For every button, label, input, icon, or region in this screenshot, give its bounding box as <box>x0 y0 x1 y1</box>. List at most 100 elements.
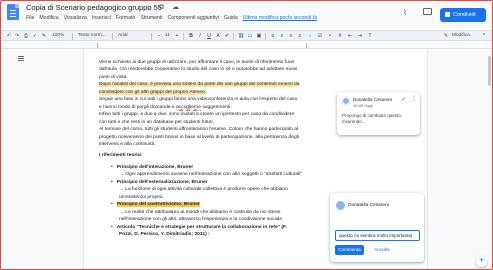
divider <box>233 33 234 40</box>
list-subitem: un'esistenza propria <box>119 194 163 200</box>
last-edit-link[interactable]: Ultima modifica pochi secondi fa <box>243 15 317 21</box>
style-select[interactable]: Testo norm... <box>78 32 106 40</box>
list-subitem: → La realtà che attribuiamo ai mondi che… <box>119 209 281 215</box>
document-body[interactable]: Viene richiesto ai due gruppi di utilizz… <box>99 59 323 238</box>
cancel-comment-button[interactable]: Annulla <box>369 245 395 255</box>
comment-card[interactable]: Donatella Cesareni 10:28 Oggi ✓ ⋮ Propon… <box>337 92 420 135</box>
mode-select[interactable]: Modifica <box>452 32 470 40</box>
list-item: Principio dell'interazione, Bruner <box>99 164 323 171</box>
list-subitem: Pozzi, D. Persico, Y. Dimitriadis; 2011)… <box>119 231 210 237</box>
align-right-icon[interactable]: ≡ <box>288 33 294 39</box>
misspelled-word[interactable]: accoglierne <box>176 105 201 110</box>
text-line: Viene richiesto ai due gruppi di utilizz… <box>99 60 295 65</box>
print-icon[interactable]: ⎙ <box>23 33 29 39</box>
section-heading: I riferimenti teorici <box>99 153 142 159</box>
text-line: dall'aula. Ciò renderebbe cooperativo lo… <box>99 67 298 73</box>
text-line: Al termine del corso, tutti gli studenti… <box>99 127 299 133</box>
outline-icon[interactable] <box>18 56 24 61</box>
commented-text[interactable]: Dopo i'analisi dei caso, è prevista una … <box>99 82 300 88</box>
underline-button[interactable]: U <box>206 33 212 39</box>
highlight-icon[interactable]: ✐ <box>224 33 230 39</box>
zoom-select[interactable]: 100% <box>52 32 64 40</box>
spellcheck-icon[interactable]: ✓ <box>32 33 38 39</box>
add-comment-icon[interactable]: ▭ <box>247 33 253 39</box>
commented-text[interactable]: Principio del costruttivismo, Bruner <box>116 202 200 208</box>
indent-increase-icon[interactable]: ⇥ <box>357 33 363 39</box>
align-center-icon[interactable]: ≡ <box>279 33 285 39</box>
text-color-button[interactable]: A <box>215 33 221 39</box>
text-line: Infine tutti i gruppi, a due a due, sono… <box>99 112 295 118</box>
toolbar: ↶ ↷ ⎙ ✓ ✎ 100% Testo norm... Arial − 11 … <box>0 30 493 41</box>
ruler-track[interactable] <box>97 43 307 48</box>
submit-comment-button[interactable]: Commenta <box>335 245 364 255</box>
bullet-list-icon[interactable]: • <box>327 33 333 39</box>
font-size-decrease-icon[interactable]: − <box>156 33 162 39</box>
list-subitem: → Ogni apprendimento avviene nell'intera… <box>119 172 303 178</box>
commented-text[interactable]: condividere con gli altri gruppi del pro… <box>99 89 207 95</box>
docs-logo-icon[interactable] <box>7 4 19 20</box>
comment-author: Donatella Cesareni <box>353 97 393 102</box>
new-comment-card[interactable]: Donatella Cesareni questo mi sembra molt… <box>330 193 424 262</box>
title-bar: Copia di Scenario pedagogico gruppo 55 ☆… <box>0 0 493 28</box>
indent-decrease-icon[interactable]: ⇤ <box>347 33 353 39</box>
align-left-icon[interactable]: ≡ <box>270 33 276 39</box>
paint-format-icon[interactable]: ✎ <box>41 33 47 39</box>
divider <box>151 33 152 40</box>
menu-modifica[interactable]: Modifica <box>39 15 58 21</box>
activity-trend-icon[interactable]: ⌇ <box>403 8 407 17</box>
collapse-menu-icon[interactable]: ^ <box>481 33 487 39</box>
text-line: interventi e alla continuità. <box>99 141 156 147</box>
text-line: progetto riceveranno dei punti bonus in … <box>99 134 299 140</box>
document-title[interactable]: Copia di Scenario pedagogico gruppo 55 <box>26 3 162 12</box>
list-subitem: nell'interazione con gli altri, attraver… <box>119 217 283 223</box>
menu-visualizza[interactable]: Visualizza <box>64 15 87 21</box>
text-line: e hanno modo di porgli domande e accogli… <box>99 104 323 111</box>
list-subitem: → La funzione di ogni attività culturale… <box>119 187 288 193</box>
clear-format-icon[interactable]: T <box>367 33 373 39</box>
text-line: punti di vista. <box>99 74 128 80</box>
image-icon[interactable]: ▣ <box>256 33 262 39</box>
text-line: con tutti e che resti in un database per… <box>99 119 214 125</box>
line-spacing-icon[interactable]: ↕ <box>307 33 313 39</box>
menu-inserisci[interactable]: Inserisci <box>92 15 111 21</box>
scrollbar[interactable] <box>488 56 491 86</box>
checklist-icon[interactable]: ☑ <box>317 33 323 39</box>
list-item: Principio del costruttivismo, Bruner <box>99 201 323 208</box>
comment-text: Propongo di cambiare questo, inserendo..… <box>342 113 403 124</box>
menu-formato[interactable]: Formato <box>116 15 135 21</box>
numbered-list-icon[interactable]: # <box>337 33 343 39</box>
avatar <box>342 97 350 105</box>
share-label: Condividi <box>453 12 476 18</box>
text-line: Segue una fase in cui tutti i gruppi fan… <box>99 97 298 103</box>
undo-icon[interactable]: ↶ <box>6 33 12 39</box>
divider <box>265 33 266 40</box>
share-button[interactable]: Condividi <box>440 8 486 22</box>
comments-icon[interactable] <box>423 8 432 15</box>
bold-button[interactable]: B <box>188 33 194 39</box>
add-button-icon[interactable] <box>476 255 487 267</box>
menu-guida[interactable]: Guida <box>224 15 238 21</box>
menu-file[interactable]: File <box>26 15 34 21</box>
font-size-field[interactable]: 11 <box>165 32 170 40</box>
redo-icon[interactable]: ↷ <box>14 33 20 39</box>
text-run: e hanno modo di porgli domande e <box>99 104 176 110</box>
menu-componenti[interactable]: Componenti aggiuntivi <box>168 15 219 21</box>
divider <box>183 33 184 40</box>
menu-bar: File Modifica Visualizza Inserisci Forma… <box>26 15 317 21</box>
comment-author: Donatella Cesareni <box>348 203 389 208</box>
menu-strumenti[interactable]: Strumenti <box>140 15 162 21</box>
star-move-cloud-icons[interactable]: ☆ ⧉ ☁ <box>145 3 182 12</box>
font-select[interactable]: Arial <box>118 32 128 40</box>
resolve-check-icon[interactable]: ✓ <box>401 96 406 103</box>
avatar <box>336 201 345 210</box>
italic-button[interactable]: I <box>197 33 203 39</box>
justify-icon[interactable]: ≡ <box>297 33 303 39</box>
text-line: condividere con gli altri gruppi del pro… <box>99 89 323 96</box>
comment-input[interactable]: questo mi sembra molto importante| <box>335 230 420 241</box>
edit-mode-icon[interactable]: ✎ <box>443 33 449 39</box>
divider <box>72 33 73 40</box>
lock-icon <box>445 12 450 17</box>
font-size-increase-icon[interactable]: + <box>174 33 180 39</box>
link-icon[interactable]: ⛓ <box>238 33 244 39</box>
more-options-icon[interactable]: ⋮ <box>411 95 417 102</box>
